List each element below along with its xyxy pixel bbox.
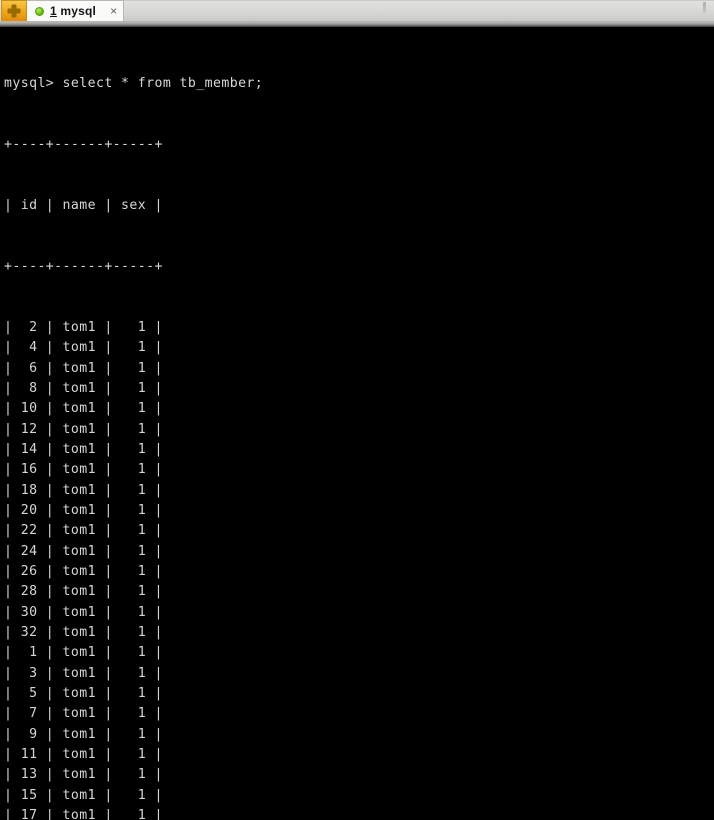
table-row: | 9 | tom1 | 1 | bbox=[4, 726, 163, 742]
tabbar-overflow-icon[interactable] bbox=[701, 2, 708, 13]
table-separator-header: +----+------+-----+ bbox=[4, 258, 163, 274]
table-row: | 30 | tom1 | 1 | bbox=[4, 604, 163, 620]
tab-label-mnemonic: 1 bbox=[50, 4, 57, 18]
table-row: | 8 | tom1 | 1 | bbox=[4, 380, 163, 396]
table-row: | 2 | tom1 | 1 | bbox=[4, 319, 163, 335]
tab-bar-empty-area bbox=[124, 0, 714, 21]
tab-label-text: mysql bbox=[56, 4, 97, 18]
table-row: | 16 | tom1 | 1 | bbox=[4, 462, 163, 478]
table-row: | 13 | tom1 | 1 | bbox=[4, 767, 163, 783]
table-row: | 14 | tom1 | 1 | bbox=[4, 441, 163, 457]
close-icon[interactable]: × bbox=[110, 5, 117, 17]
tab-bar: 1 mysql × bbox=[0, 0, 714, 22]
table-header-row: | id | name | sex | bbox=[4, 197, 163, 213]
table-rows: | 2 | tom1 | 1 | | 4 | tom1 | 1 | | 6 | to… bbox=[4, 318, 714, 820]
table-row: | 24 | tom1 | 1 | bbox=[4, 543, 163, 559]
terminal-prompt-line: mysql> select * from tb_member; bbox=[4, 75, 264, 91]
terminal-output[interactable]: mysql> select * from tb_member; +----+--… bbox=[0, 27, 714, 820]
table-row: | 4 | tom1 | 1 | bbox=[4, 340, 163, 356]
plus-icon bbox=[7, 4, 21, 18]
table-row: | 3 | tom1 | 1 | bbox=[4, 665, 163, 681]
table-row: | 32 | tom1 | 1 | bbox=[4, 624, 163, 640]
green-circle-icon bbox=[35, 6, 44, 16]
table-separator-top: +----+------+-----+ bbox=[4, 136, 163, 152]
table-row: | 5 | tom1 | 1 | bbox=[4, 686, 163, 701]
new-tab-button[interactable] bbox=[1, 0, 27, 21]
table-row: | 18 | tom1 | 1 | bbox=[4, 482, 163, 498]
tab-label: 1 mysql bbox=[50, 4, 96, 18]
table-row: | 28 | tom1 | 1 | bbox=[4, 584, 163, 600]
tab-mysql[interactable]: 1 mysql × bbox=[27, 0, 125, 21]
tab-strip: 1 mysql × bbox=[27, 0, 125, 21]
table-row: | 17 | tom1 | 1 | bbox=[4, 808, 163, 820]
table-row: | 22 | tom1 | 1 | bbox=[4, 523, 163, 539]
table-row: | 7 | tom1 | 1 | bbox=[4, 706, 163, 722]
table-row: | 12 | tom1 | 1 | bbox=[4, 421, 163, 437]
table-row: | 20 | tom1 | 1 | bbox=[4, 502, 163, 518]
table-row: | 26 | tom1 | 1 | bbox=[4, 563, 163, 579]
table-row: | 11 | tom1 | 1 | bbox=[4, 747, 163, 763]
table-row: | 6 | tom1 | 1 | bbox=[4, 360, 163, 376]
table-row: | 15 | tom1 | 1 | bbox=[4, 787, 163, 803]
table-row: | 10 | tom1 | 1 | bbox=[4, 401, 163, 417]
table-row: | 1 | tom1 | 1 | bbox=[4, 645, 163, 661]
